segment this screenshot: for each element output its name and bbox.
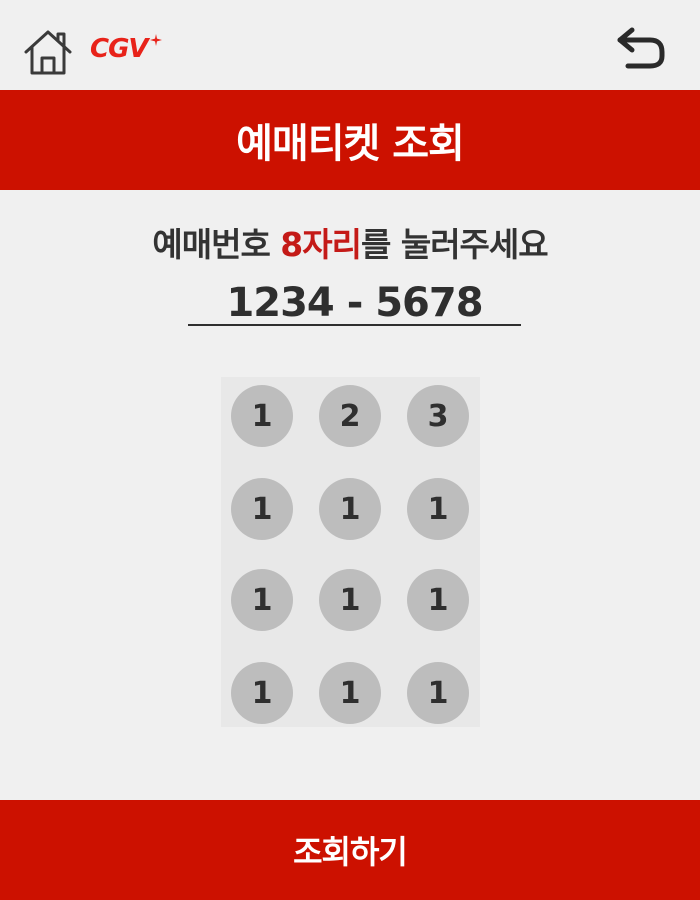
instruction-highlight: 8자리 xyxy=(280,225,362,264)
logo-star-icon xyxy=(150,34,162,46)
instruction-prefix: 예매번호 xyxy=(152,225,281,264)
keypad-key[interactable]: 2 xyxy=(319,385,381,447)
home-button[interactable] xyxy=(22,28,74,76)
keypad-key[interactable]: 3 xyxy=(407,385,469,447)
keypad-key[interactable]: 1 xyxy=(231,385,293,447)
top-bar: CGV xyxy=(0,0,700,90)
title-bar: 예매티켓 조회 xyxy=(0,90,700,190)
instruction-text: 예매번호 8자리를 눌러주세요 xyxy=(0,218,700,266)
keypad-key[interactable]: 1 xyxy=(407,569,469,631)
number-keypad: 1 2 3 1 1 1 1 1 1 1 1 1 xyxy=(221,377,480,727)
page-title: 예매티켓 조회 xyxy=(236,121,465,167)
keypad-key[interactable]: 1 xyxy=(407,662,469,724)
keypad-key[interactable]: 1 xyxy=(231,662,293,724)
submit-button[interactable]: 조회하기 xyxy=(0,800,700,900)
keypad-key[interactable]: 1 xyxy=(231,478,293,540)
home-icon xyxy=(24,30,72,75)
keypad-key[interactable]: 1 xyxy=(319,478,381,540)
instruction-suffix: 를 눌러주세요 xyxy=(360,225,549,264)
keypad-key[interactable]: 1 xyxy=(407,478,469,540)
keypad-key[interactable]: 1 xyxy=(319,569,381,631)
cgv-logo: CGV xyxy=(90,34,149,64)
undo-arrow-icon xyxy=(617,27,665,69)
keypad-key[interactable]: 1 xyxy=(231,569,293,631)
submit-label: 조회하기 xyxy=(293,833,408,871)
keypad-key[interactable]: 1 xyxy=(319,662,381,724)
booking-number-display[interactable]: 1234 - 5678 xyxy=(188,280,521,326)
back-button[interactable] xyxy=(614,26,670,72)
